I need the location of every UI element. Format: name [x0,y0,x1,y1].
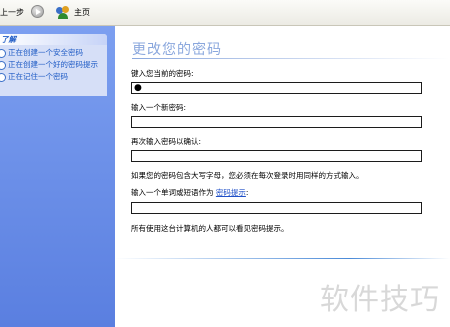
sidebar-item-remember-password[interactable]: 正在记住一个密码 [0,72,107,82]
back-button[interactable]: 上一步 [0,7,24,18]
sidebar-item-label: 正在记住一个密码 [8,72,68,81]
sidebar-item-secure-password[interactable]: 正在创建一个安全密码 [0,48,107,58]
learn-about-panel: 了解 正在创建一个安全密码 正在创建一个好的密码提示 正在记住一个密码 [0,34,107,96]
hint-prompt-row: 输入一个单词或短语作为 密码提示: [131,187,248,198]
hint-prompt-label: 输入一个单词或短语作为 [131,188,214,197]
help-icon [0,61,6,70]
users-icon [55,5,71,19]
watermark-text: 软件技巧 [320,282,441,316]
caps-lock-note: 如果您的密码包含大写字母，您必须在每次登录时用同样的方式输入。 [131,171,364,180]
confirm-password-label: 再次输入密码以确认: [131,137,202,146]
left-task-pane: 了解 正在创建一个安全密码 正在创建一个好的密码提示 正在记住一个密码 [0,26,115,327]
confirm-password-field[interactable] [131,150,422,162]
password-hint-field[interactable] [131,202,422,214]
toolbar: 上一步 主页 [0,0,450,26]
new-password-field[interactable] [131,116,422,128]
learn-about-header: 了解 [0,34,107,45]
forward-arrow-icon[interactable] [31,5,44,18]
hint-colon: : [245,188,249,197]
current-password-field[interactable]: ● [131,82,422,94]
help-icon [0,49,6,58]
password-hint-link[interactable]: 密码提示 [216,188,246,197]
new-password-label: 输入一个新密码: [131,103,187,112]
sidebar-item-label: 正在创建一个安全密码 [8,48,83,57]
help-icon [0,73,6,82]
page-title: 更改您的密码 [132,42,222,58]
sidebar-item-good-hint[interactable]: 正在创建一个好的密码提示 [0,60,107,70]
sidebar-item-label: 正在创建一个好的密码提示 [8,60,98,69]
hint-visibility-note: 所有使用这台计算机的人都可以看见密码提示。 [131,224,289,233]
title-divider [132,58,450,59]
footer-divider [115,258,450,259]
current-password-label: 键入您当前的密码: [131,69,194,78]
home-button[interactable]: 主页 [55,5,90,19]
home-label: 主页 [74,7,90,17]
